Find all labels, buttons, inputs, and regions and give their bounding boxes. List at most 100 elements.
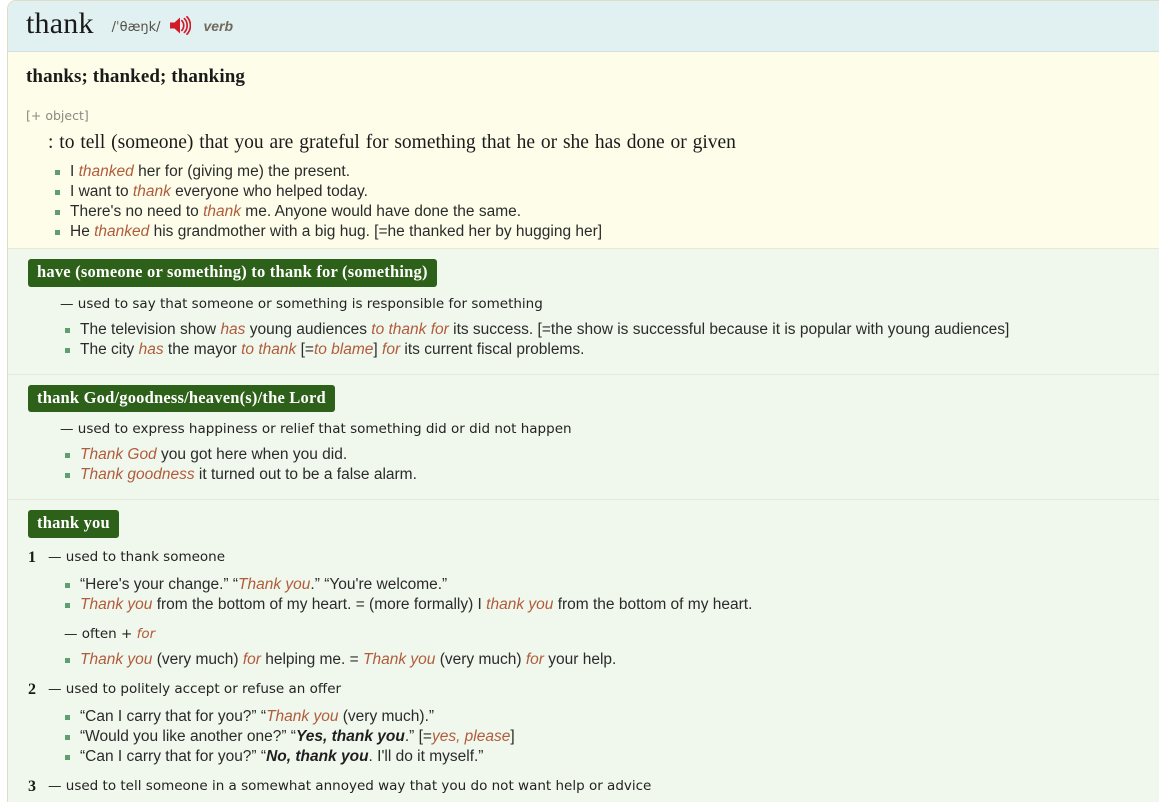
highlighted-term: to thank [241,340,297,358]
highlighted-term: to blame [313,340,374,358]
highlighted-term: thank [203,203,241,220]
speaker-icon[interactable] [169,16,192,35]
phrase-section-thank-you: thank you 1 — used to thank someone “Her… [8,499,1159,802]
example-text: ] [510,727,515,745]
highlighted-term: Thank you [80,650,153,668]
part-of-speech: verb [203,18,234,34]
example-text: — often + [64,625,137,642]
sense-definition: — used to thank someone [48,548,226,565]
highlighted-term: Thank you [238,575,311,593]
example-text: (very much) [435,650,526,668]
example-text: .” “You're welcome.” [310,575,448,593]
example-list: I thanked her for (giving me) the presen… [54,162,1159,242]
example-text: young audiences [245,320,372,338]
entry-header: thank /ˈθæŋk/ verb [8,1,1159,52]
example-item: “Here's your change.” “Thank you.” “You'… [64,575,1159,595]
example-text: . I'll do it myself.” [368,747,484,765]
highlighted-term: Thank God [80,446,157,463]
example-item: He thanked his grandmother with a big hu… [54,222,1159,242]
example-text: .” [= [404,727,432,745]
example-text: I want to [70,183,133,200]
example-text: (very much) [152,650,243,668]
phrase-label[interactable]: thank God/goodness/heaven(s)/the Lord [28,384,335,412]
example-item: Thank you (very much) for helping me. = … [64,650,1159,670]
example-text: helping me. = [260,650,364,668]
phrase-label[interactable]: thank you [28,510,119,538]
highlighted-term: yes, please [431,727,511,745]
example-text: me. Anyone would have done the same. [241,203,522,220]
sense-1: 1 — used to thank someone [28,548,1159,567]
highlighted-term: has [220,320,246,338]
highlighted-term: thanked [94,223,150,240]
highlighted-term: Thank you [80,595,153,613]
highlighted-term: has [138,340,164,358]
sense-definition: — used to politely accept or refuse an o… [48,680,342,697]
example-text: I [70,163,79,180]
highlighted-term: No, thank you [266,747,369,765]
example-item: I thanked her for (giving me) the presen… [54,162,1159,182]
phrase-label[interactable]: have (someone or something) to thank for… [28,259,437,287]
example-text: The television show [80,320,221,338]
example-text: “Would you like another one?” “ [80,727,296,745]
sense-3: 3 — used to tell someone in a somewhat a… [28,777,1159,796]
sense-number: 3 [28,777,36,795]
phrase-definition: — used to express happiness or relief th… [60,421,572,437]
example-text: from the bottom of my heart. [553,595,753,613]
example-text: There's no need to [70,203,204,220]
highlighted-term: thank you [486,595,554,613]
highlighted-term: Thank you [363,650,436,668]
example-text: ] [373,340,383,358]
example-text: you got here when you did. [156,446,348,463]
example-item: “Can I carry that for you?” “Thank you (… [64,707,1159,727]
highlighted-term: thank [132,183,171,200]
example-text: its current fiscal problems. [400,340,585,358]
highlighted-term: for [525,650,544,668]
highlighted-term: to thank for [371,320,449,338]
phrase-section: thank God/goodness/heaven(s)/the Lord — … [8,373,1159,499]
example-item: The city has the mayor to thank [=to bla… [64,340,1159,360]
example-text: “Can I carry that for you?” “ [80,747,267,765]
sense-group: 1 — used to thank someone “Here's your c… [8,548,1159,670]
dictionary-entry-card: thank /ˈθæŋk/ verb thanks; thanked; than… [7,0,1159,802]
highlighted-term: for [136,625,156,642]
example-item: I want to thank everyone who helped toda… [54,182,1159,202]
sense-group: 2 — used to politely accept or refuse an… [8,680,1159,767]
example-text: from the bottom of my heart. = (more for… [152,595,487,613]
example-list: Thank you (very much) for helping me. = … [64,650,1159,670]
sense-subnote: — often + for [64,626,1159,642]
example-text: her for (giving me) the present. [133,163,351,180]
example-list: Thank God you got here when you did. Than… [64,445,1159,485]
example-text: The city [80,340,139,358]
example-item: “Can I carry that for you?” “No, thank y… [64,747,1159,767]
highlighted-term: for [382,340,401,358]
example-item: “Would you like another one?” “Yes, than… [64,727,1159,747]
main-sense-block: thanks; thanked; thanking [+ object] : t… [8,52,1159,248]
example-text: everyone who helped today. [170,183,368,200]
highlighted-term: Thank you [266,707,339,725]
phrase-definition: — used to say that someone or something … [60,295,543,312]
example-text: it turned out to be a false alarm. [194,466,417,483]
example-list: The television show has young audiences … [64,320,1159,360]
example-text: his grandmother with a big hug. [=he tha… [149,223,603,240]
definition-text: : to tell (someone) that you are gratefu… [48,132,736,153]
example-text: “Can I carry that for you?” “ [80,707,267,725]
example-text: (very much).” [338,707,435,725]
example-list: “Here's your change.” “Thank you.” “You'… [64,575,1159,615]
highlighted-term: Yes, thank you [295,727,405,745]
highlighted-term: thanked [78,163,134,180]
example-item: Thank you from the bottom of my heart. =… [64,595,1159,615]
example-text: [= [296,340,314,358]
example-text: your help. [543,650,617,668]
sense-2: 2 — used to politely accept or refuse an… [28,680,1159,699]
example-item: There's no need to thank me. Anyone woul… [54,202,1159,222]
sense-number: 2 [28,680,36,698]
example-list: “Can I carry that for you?” “Thank you (… [64,707,1159,767]
highlighted-term: for [242,650,261,668]
example-text: “Here's your change.” “ [80,575,239,593]
grammar-label: [+ object] [26,108,89,123]
inflections: thanks; thanked; thanking [26,66,245,87]
phrase-section: have (someone or something) to thank for… [8,248,1159,374]
sense-group: 3 — used to tell someone in a somewhat a… [8,777,1159,802]
example-item: The television show has young audiences … [64,320,1159,340]
example-text: its success. [=the show is successful be… [448,320,1010,338]
